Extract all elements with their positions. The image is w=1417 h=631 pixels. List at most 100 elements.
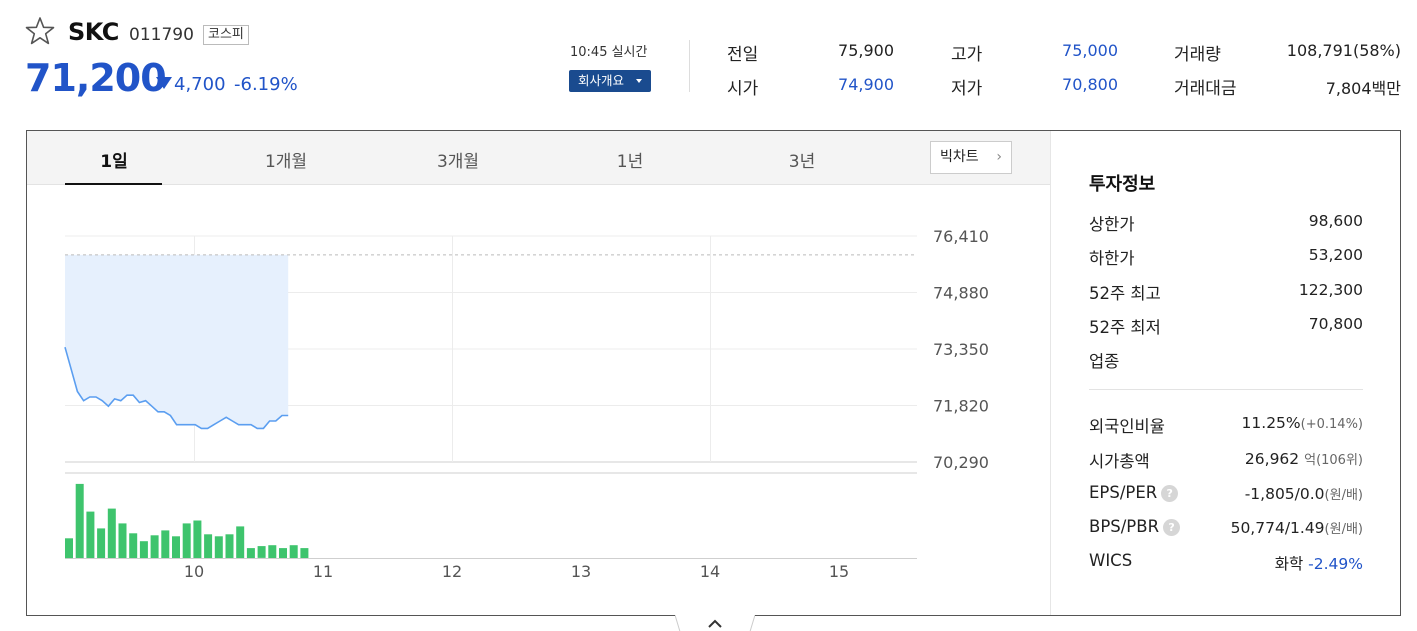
realtime-label: 10:45 실시간 <box>570 45 648 60</box>
invest-info-title: 투자정보 <box>1089 174 1156 195</box>
volume-bar <box>236 526 245 558</box>
price-change: 4,700 <box>174 74 226 95</box>
x-tick-label: 12 <box>442 562 462 581</box>
x-tick-label: 14 <box>700 562 720 581</box>
open-label: 시가 <box>727 79 759 99</box>
help-icon[interactable]: ? <box>1161 485 1179 502</box>
upper-limit-value: 98,600 <box>1308 212 1363 230</box>
volume-bar <box>65 538 73 559</box>
foreign-ratio-label: 외국인비율 <box>1089 417 1165 436</box>
eps-per-value: -1,805/0.0(원/배) <box>1245 484 1363 503</box>
y-tick-label: 71,820 <box>933 397 989 416</box>
eps-per-unit: (원/배) <box>1324 488 1363 503</box>
tab-3year[interactable]: 3년 <box>752 147 852 172</box>
wics-value: 화학 -2.49% <box>1275 552 1363 574</box>
help-icon[interactable]: ? <box>1163 519 1181 536</box>
bps-pbr-value: 50,774/1.49(원/배) <box>1231 518 1363 537</box>
sector-label: 업종 <box>1089 352 1120 371</box>
volume-bar <box>182 523 191 558</box>
eps-per-text: EPS/PER <box>1089 483 1158 502</box>
volume-bar <box>161 530 170 558</box>
y-tick-label: 74,880 <box>933 284 989 303</box>
volume-bar <box>150 535 159 558</box>
current-price: 71,200 <box>25 56 167 100</box>
amount-label: 거래대금 <box>1174 79 1237 99</box>
company-overview-button[interactable]: 회사개요 <box>569 70 651 92</box>
market-cap-number: 26,962 <box>1244 450 1300 468</box>
volume-bar <box>86 511 95 558</box>
caret-down-icon <box>636 79 642 83</box>
company-overview-label: 회사개요 <box>578 73 625 88</box>
volume-bar <box>289 545 298 558</box>
foreign-ratio-value: 11.25%(+0.14%) <box>1242 414 1363 432</box>
amount-number: 7,804 <box>1325 79 1372 98</box>
bps-pbr-label: BPS/PBR? <box>1089 517 1181 536</box>
amount-unit: 백만 <box>1371 79 1401 98</box>
divider <box>1089 389 1363 390</box>
y-tick-label: 76,410 <box>933 227 989 246</box>
panel-divider <box>1050 131 1051 615</box>
volume-bar <box>129 533 138 558</box>
tab-1month[interactable]: 1개월 <box>236 147 336 172</box>
low-value: 70,800 <box>1062 75 1118 94</box>
volume-bar <box>107 508 116 558</box>
foreign-ratio-number: 11.25% <box>1241 414 1301 432</box>
chevron-right-icon: › <box>996 149 1002 165</box>
open-value: 74,900 <box>838 75 894 94</box>
tab-3month[interactable]: 3개월 <box>408 147 508 172</box>
stock-name: SKC <box>68 18 119 46</box>
down-triangle-icon <box>156 77 172 89</box>
tab-1year[interactable]: 1년 <box>580 147 680 172</box>
x-tick-label: 10 <box>184 562 204 581</box>
market-cap-unit: 억(106위) <box>1304 453 1363 468</box>
prev-close-value: 75,900 <box>838 41 894 60</box>
volume-bar <box>300 548 309 558</box>
price-area <box>65 254 289 429</box>
collapse-handle[interactable] <box>675 615 755 631</box>
tab-1day[interactable]: 1일 <box>64 147 164 172</box>
wics-label: WICS <box>1089 551 1133 570</box>
eps-per-label: EPS/PER? <box>1089 483 1179 502</box>
wics-sector[interactable]: 화학 <box>1275 555 1304 573</box>
wics-change: -2.49% <box>1308 555 1363 573</box>
volume-bar <box>118 523 127 558</box>
low-label: 저가 <box>951 79 983 99</box>
volume-bar <box>75 483 84 558</box>
market-cap-value: 26,962 억(106위) <box>1245 449 1363 468</box>
big-chart-label: 빅차트 <box>940 149 979 165</box>
volume-value: 108,791(58%) <box>1286 41 1401 60</box>
high52-value: 122,300 <box>1298 281 1363 299</box>
volume-label: 거래량 <box>1174 45 1221 65</box>
x-tick-label: 13 <box>571 562 591 581</box>
price-change-pct: -6.19% <box>234 74 298 95</box>
y-tick-label: 70,290 <box>933 453 989 472</box>
volume-bar <box>257 546 266 558</box>
amount-value: 7,804백만 <box>1250 75 1401 99</box>
high-value: 75,000 <box>1062 41 1118 60</box>
market-cap-label: 시가총액 <box>1089 452 1150 471</box>
volume-bar <box>172 536 180 558</box>
prev-close-label: 전일 <box>727 45 759 65</box>
bps-pbr-unit: (원/배) <box>1324 522 1363 537</box>
favorite-star-icon[interactable] <box>24 15 56 47</box>
foreign-ratio-change: (+0.14%) <box>1300 417 1363 432</box>
lower-limit-label: 하한가 <box>1089 249 1135 268</box>
x-tick-label: 11 <box>313 562 333 581</box>
y-tick-label: 73,350 <box>933 340 989 359</box>
volume-bar <box>279 548 287 558</box>
market-badge: 코스피 <box>203 25 249 45</box>
bps-pbr-text: BPS/PBR <box>1089 517 1160 536</box>
bps-pbr-number: 50,774/1.49 <box>1230 519 1325 537</box>
volume-bar <box>225 534 234 558</box>
period-tabbar <box>27 131 1050 185</box>
big-chart-button[interactable]: 빅차트 › <box>930 141 1012 174</box>
intraday-chart[interactable]: 76,410 74,880 73,350 71,820 70,290 10 11 12 13 14… <box>27 185 1050 605</box>
volume-bar <box>139 541 148 558</box>
volume-bar <box>246 548 255 558</box>
volume-bar <box>214 536 223 558</box>
low52-value: 70,800 <box>1308 315 1363 333</box>
low52-label: 52주 최저 <box>1089 318 1161 337</box>
high52-label: 52주 최고 <box>1089 284 1161 303</box>
eps-per-number: -1,805/0.0 <box>1244 485 1325 503</box>
high-label: 고가 <box>951 45 983 65</box>
